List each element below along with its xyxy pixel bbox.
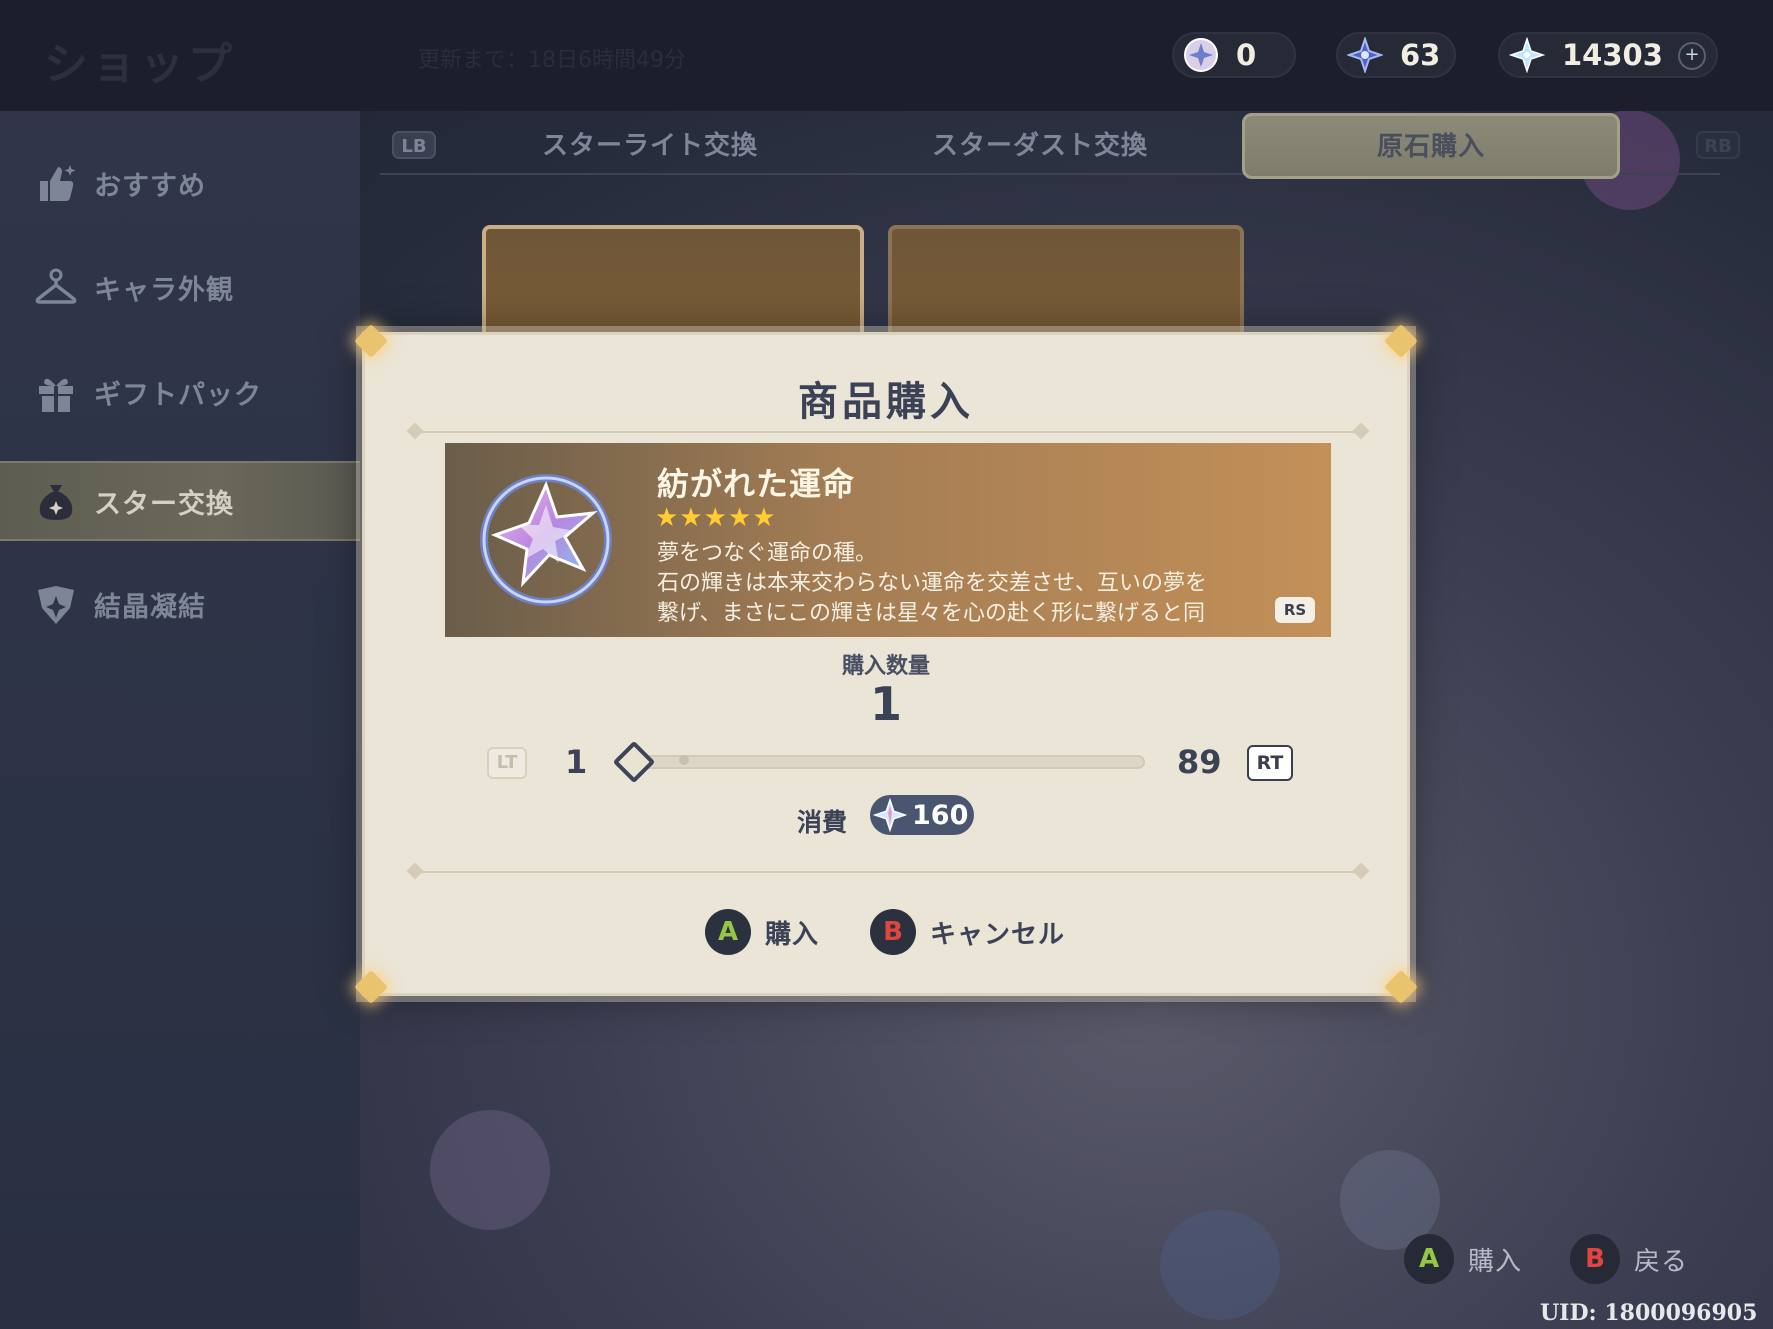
cost-value: 160 [912,799,969,831]
quantity-slider[interactable] [615,755,1145,769]
sidebar-item-label: キャラ外観 [94,274,234,306]
corner-ornament [1381,321,1421,361]
quantity-value: 1 [869,677,902,731]
cancel-label: キャンセル [930,919,1066,950]
add-currency-button[interactable]: + [1678,42,1706,70]
currency-stardust[interactable]: 14303 + [1498,32,1718,78]
cancel-button[interactable]: B キャンセル [870,909,1065,955]
sidebar-item-label: スター交換 [94,488,234,520]
currency-fate: 0 [1172,32,1296,78]
dialog-title: 商品購入 [798,379,974,425]
masterless-stardust-icon [872,797,908,833]
currency-value: 0 [1236,38,1257,72]
footer-back-label: 戻る [1634,1246,1689,1277]
crystal-emblem-icon [32,580,80,628]
footer-purchase-button[interactable]: A 購入 [1404,1234,1522,1284]
item-info-panel: 紡がれた運命 ★★★★★ 夢をつなぐ運命の種。 石の輝きは本来交わらない運命を交… [445,443,1331,637]
divider [415,431,1361,433]
quantity-label: 購入数量 [841,654,930,679]
top-bar: ショップ 更新まで：18日6時間49分 0 63 14303 + [0,0,1773,111]
slider-min: 1 [565,743,588,781]
uid-label: UID: 1800096905 [1540,1300,1758,1326]
footer-back-button[interactable]: B 戻る [1570,1234,1688,1284]
slider-dot [679,755,689,765]
bokeh-light [430,1110,550,1230]
purchase-dialog: 商品購入 紡がれた運命 ★★★★★ 夢をつなぐ運命の種。 石の輝きは本来交わらな… [362,332,1410,996]
tab-stardust-exchange[interactable]: スターダスト交換 [870,117,1210,175]
currency-value: 63 [1400,38,1441,72]
bokeh-light [1160,1210,1280,1320]
sidebar-item-gift-packs[interactable]: ギフトパック [0,352,360,432]
footer-purchase-label: 購入 [1468,1246,1523,1277]
product-card[interactable] [888,225,1244,345]
masterless-stardust-icon [1508,36,1546,74]
sidebar-item-label: おすすめ [94,170,206,202]
divider [415,871,1361,873]
tab-genesis-crystal-purchase[interactable]: 原石購入 [1242,113,1620,179]
sidebar-item-crystal-transmute[interactable]: 結晶凝結 [0,564,360,644]
masterless-starglitter-icon [1346,36,1384,74]
sidebar-item-recommended[interactable]: おすすめ [0,143,360,223]
sidebar-item-label: ギフトパック [94,379,262,411]
cost-badge: 160 [870,795,974,835]
description-line: 繋げ、まさにこの輝きは星々を心の赴く形に繋げると同 [657,601,1206,626]
corner-ornament [351,967,391,1007]
sidebar-item-star-exchange[interactable]: スター交換 [0,461,360,541]
confirm-purchase-button[interactable]: A 購入 [705,909,819,955]
corner-ornament [351,321,391,361]
hanger-icon [32,263,80,311]
b-button-icon: B [870,909,916,955]
confirm-label: 購入 [765,919,820,950]
tab-bar: LB スターライト交換 スターダスト交換 原石購入 RB [380,113,1740,179]
a-button-icon: A [705,909,751,955]
currency-starglitter: 63 [1336,32,1456,78]
rt-increase-button[interactable]: RT [1247,745,1293,781]
currency-value: 14303 [1562,38,1663,72]
item-description: 夢をつなぐ運命の種。 石の輝きは本来交わらない運命を交差させ、互いの夢を 繋げ、… [657,539,1277,629]
tab-starlight-exchange[interactable]: スターライト交換 [480,117,820,175]
b-button-icon: B [1570,1234,1620,1284]
description-line: 石の輝きは本来交わらない運命を交差させ、互いの夢を [657,571,1208,596]
cost-label: 消費 [797,808,848,837]
product-card[interactable] [482,225,864,345]
sidebar-item-outfits[interactable]: キャラ外観 [0,247,360,327]
item-name: 紡がれた運命 [657,465,856,503]
sidebar-item-label: 結晶凝結 [94,591,206,623]
intertwined-fate-icon [471,465,621,615]
thumbs-up-icon [32,159,80,207]
lb-button[interactable]: LB [392,131,436,159]
slider-max: 89 [1177,743,1222,781]
sidebar: おすすめ キャラ外観 ギフトパック スター交換 結晶凝結 [0,111,360,1329]
rb-button[interactable]: RB [1696,131,1740,159]
rs-scroll-button[interactable]: RS [1275,597,1315,623]
lt-decrease-button[interactable]: LT [487,747,527,779]
a-button-icon: A [1404,1234,1454,1284]
slider-handle[interactable] [612,740,656,784]
money-bag-icon [32,477,80,525]
refresh-timer: 更新まで：18日6時間49分 [418,48,686,73]
gift-icon [32,368,80,416]
rarity-stars: ★★★★★ [655,503,777,533]
page-title: ショップ [44,39,236,90]
description-line: 夢をつなぐ運命の種。 [657,541,878,566]
intertwined-fate-icon [1182,36,1220,74]
corner-ornament [1381,967,1421,1007]
